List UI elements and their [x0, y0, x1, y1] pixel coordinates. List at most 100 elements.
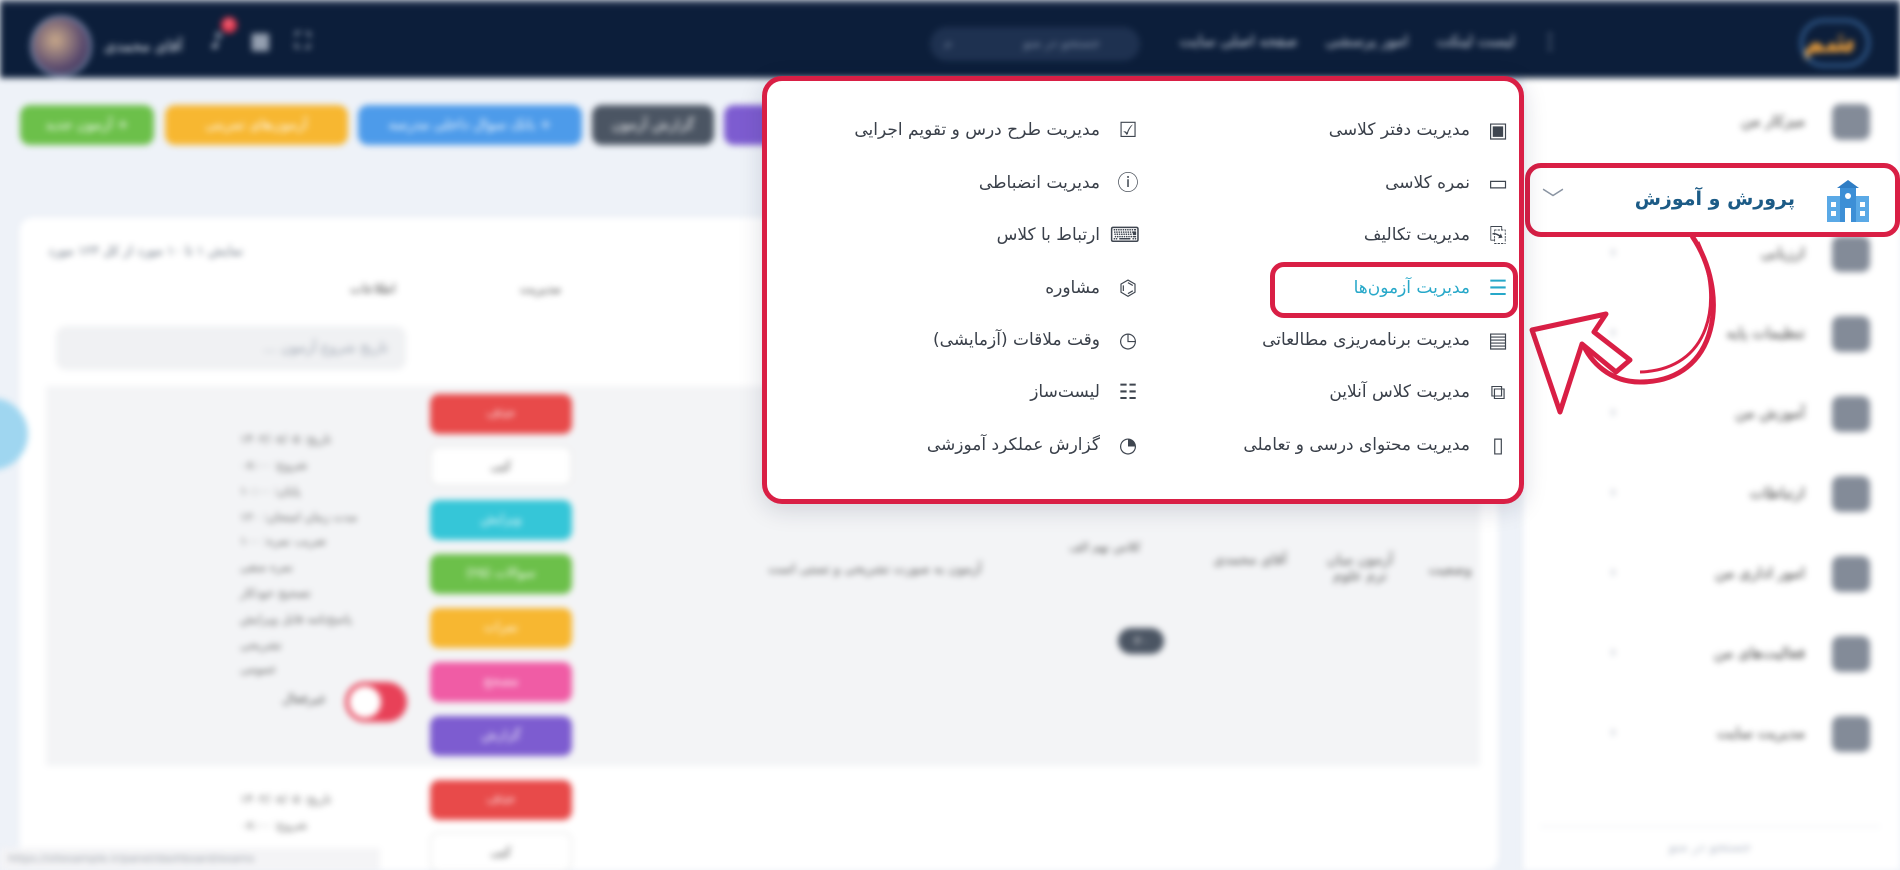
info-line: شروع: ۰۸:۰۰: [240, 818, 308, 832]
calendar-icon[interactable]: ▦: [250, 29, 271, 54]
edit-button[interactable]: ویرایش: [430, 500, 572, 540]
top-bar: شم ⋮ لیست لینکت امور پرسشی صفحه اصلی سای…: [0, 0, 1900, 78]
app-root: شم ⋮ لیست لینکت امور پرسشی صفحه اصلی سای…: [0, 0, 1900, 870]
toggle-label: غیرفعال: [282, 692, 326, 707]
chevron-left-icon: ‹: [1610, 562, 1617, 581]
sidebar-item-label: ارزیابی: [1760, 244, 1805, 262]
menu-item-label: مدیریت برنامه‌ریزی مطالعاتی: [1262, 330, 1470, 350]
new-exam-button[interactable]: + آزمون جدید: [20, 105, 154, 145]
info-line: عمومی: [240, 662, 277, 676]
menu-item-class-contact[interactable]: ⌨ ارتباط با کلاس: [997, 217, 1140, 253]
menu-item-list-builder[interactable]: ☷ لیست‌ساز: [1030, 374, 1140, 410]
cell-teacher: آقای محمدی: [1213, 552, 1287, 568]
menu-item-label: مدیریت طرح درس و تقویم اجرایی: [854, 120, 1100, 140]
annotation-arrow-icon: [1529, 234, 1716, 415]
search-icon: ⌕: [944, 34, 953, 53]
sidebar-item-dashboard[interactable]: میزکار من: [1522, 92, 1900, 152]
grader-button[interactable]: مصحح: [430, 662, 572, 702]
sidebar-item-office[interactable]: امور اداری من ‹: [1522, 544, 1900, 604]
menu-item-label: مدیریت کلاس آنلاین: [1329, 382, 1470, 402]
toggle-knob: [349, 686, 381, 718]
sidebar-item-label: میزکار من: [1740, 112, 1805, 130]
info-line: نمره منفی: [240, 560, 294, 574]
sidebar-item-label: تنظیمات پایه: [1726, 324, 1805, 342]
menu-item-appointment[interactable]: ◷ وقت ملاقات (آزمایشی): [933, 322, 1140, 358]
info-line: ضریب نمره: ۱۰۰: [240, 534, 327, 548]
class-book-icon: ▣: [1488, 118, 1508, 142]
user-menu[interactable]: آقای محمدی: [30, 15, 182, 77]
menu-item-online-class[interactable]: ⧉ مدیریت کلاس آنلاین: [1329, 374, 1510, 410]
calendar-icon: ▤: [1488, 328, 1508, 352]
evaluation-icon: [1832, 236, 1870, 272]
menu-item-assignments[interactable]: ⎘ مدیریت تکالیف: [1364, 217, 1510, 253]
content-file-icon: ▯: [1492, 433, 1504, 457]
grades-button[interactable]: نمرات: [430, 608, 572, 648]
chevron-left-icon: ‹: [1610, 642, 1617, 661]
top-search-input[interactable]: جستجو در منو ⌕: [930, 27, 1140, 61]
logo-cloud-icon: [1800, 19, 1870, 67]
consulting-icon: ⌬: [1118, 276, 1138, 300]
menu-item-label: نمره کلاسی: [1385, 173, 1470, 193]
sidebar-item-activities[interactable]: فعالیت‌های من ‹: [1522, 624, 1900, 684]
notification-bell-icon[interactable]: ♪: [210, 29, 224, 54]
question-bank-button[interactable]: + بانک سوال داخلی مدرسه: [358, 105, 582, 145]
fullscreen-icon[interactable]: ⛶: [295, 29, 310, 54]
tag-badge: ۲۰: [1118, 628, 1164, 654]
info-line: تاریخ: ۱۴۰۲/۰۸/۰۵: [240, 792, 332, 806]
menu-item-label: گزارش عملکرد آموزشی: [926, 435, 1100, 455]
dashboard-icon: [1832, 104, 1870, 140]
nav-link-3[interactable]: صفحه اصلی سایت: [1179, 32, 1297, 50]
more-vertical-icon[interactable]: ⋮: [1540, 29, 1560, 53]
menu-item-consulting[interactable]: ⌬ مشاوره: [1045, 270, 1140, 306]
menu-item-class-grades[interactable]: ▭ نمره کلاسی: [1385, 165, 1510, 201]
class-contact-icon: ⌨: [1109, 223, 1140, 247]
sidebar-filter-input[interactable]: جستجو در منو: [1540, 826, 1880, 866]
status-bar-url: https://sitesample.ir/panel/dashboard/ex…: [0, 848, 380, 870]
info-line: تشریحی: [240, 638, 282, 652]
discipline-icon: ⓘ: [1117, 171, 1139, 195]
report-button[interactable]: گزارش: [430, 716, 572, 756]
start-date-filter-input[interactable]: تاریخ شروع آزمون ...: [56, 326, 406, 370]
delete-button[interactable]: حذف: [430, 780, 572, 820]
menu-item-label: مدیریت دفتر کلاسی: [1328, 120, 1470, 140]
open-book-icon: ▭: [1488, 171, 1508, 195]
menu-item-discipline[interactable]: ⓘ مدیریت انضباطی: [979, 165, 1140, 201]
menu-item-lesson-plan[interactable]: ☑ مدیریت طرح درس و تقویم اجرایی: [854, 112, 1140, 148]
menu-item-exams[interactable]: ☰ مدیریت آزمون‌ها: [1354, 270, 1510, 306]
training-exams-button[interactable]: آزمون‌های تمرینی: [165, 105, 348, 145]
sidebar-item-education[interactable]: پرورش و آموزش ﹀: [1525, 163, 1900, 237]
questions-button[interactable]: سوالات (۲۵): [430, 554, 572, 594]
sidebar-item-communication[interactable]: ارتباطات ‹: [1522, 464, 1900, 524]
info-line: پاسخ‌نامه قابل ویرایش: [240, 612, 352, 626]
delete-button[interactable]: حذف: [430, 394, 572, 434]
info-line: تاریخ: ۱۴۰۲/۰۸/۰۵: [240, 432, 332, 446]
sidebar-item-label: مدیریت سایت: [1716, 724, 1805, 742]
info-line: شروع: ۰۸:۰۰: [240, 458, 308, 472]
sidebar-item-label: فعالیت‌های من: [1713, 644, 1805, 662]
menu-item-performance-report[interactable]: ◔ گزارش عملکرد آموزشی: [927, 427, 1140, 463]
active-toggle[interactable]: [345, 682, 407, 722]
chevron-left-icon: ‹: [1610, 722, 1617, 741]
activities-icon: [1832, 636, 1870, 672]
site-logo[interactable]: شم: [1788, 13, 1870, 73]
column-header-management: مدیریت: [520, 282, 561, 297]
menu-item-class-book[interactable]: ▣ مدیریت دفتر کلاسی: [1329, 112, 1510, 148]
info-line: پایان: ۱۰:۰۰: [240, 484, 301, 498]
online-class-icon: ⧉: [1490, 380, 1506, 404]
nav-link-2[interactable]: امور پرسشی: [1326, 32, 1409, 50]
exam-reports-button[interactable]: گزارش آزمون: [592, 105, 714, 145]
nav-link-1[interactable]: لیست لینکت: [1436, 32, 1515, 50]
pagination-summary: نمایش ۱ تا ۱۰ مورد از کل ۱۲۳ مورد: [48, 244, 244, 259]
cell-exam-title: آزمون میان ترم علوم: [1326, 552, 1394, 584]
menu-item-label: ارتباط با کلاس: [996, 225, 1100, 245]
info-line: مدت زمان امتحان: ۱۲۰: [240, 510, 358, 524]
copy-button[interactable]: کپی: [430, 832, 572, 870]
menu-item-study-planning[interactable]: ▤ مدیریت برنامه‌ریزی مطالعاتی: [1262, 322, 1510, 358]
sidebar-item-site-admin[interactable]: مدیریت سایت ‹: [1522, 704, 1900, 764]
column-header-info: اطلاعات: [350, 282, 396, 297]
copy-button[interactable]: کپی: [430, 446, 572, 486]
sidebar-item-label: آموزش من: [1735, 404, 1805, 422]
lesson-plan-icon: ☑: [1118, 118, 1138, 142]
menu-item-content[interactable]: ▯ مدیریت محتوای درسی و تعاملی: [1243, 427, 1510, 463]
menu-item-label: مدیریت انضباطی: [978, 173, 1100, 193]
